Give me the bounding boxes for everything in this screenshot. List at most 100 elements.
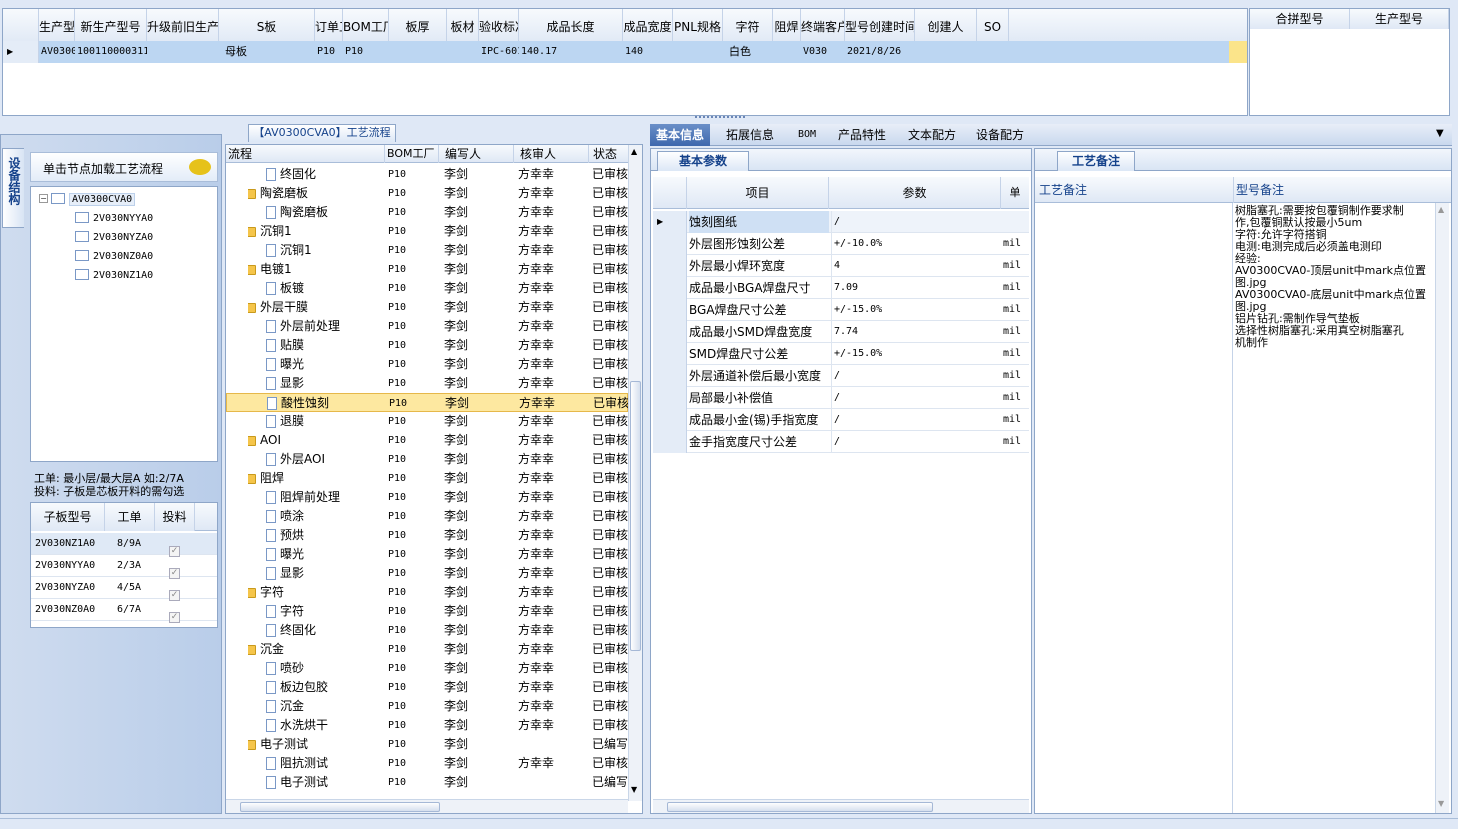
sub-order-cell[interactable]: 4/5A bbox=[117, 577, 153, 599]
vscroll-thumb[interactable] bbox=[630, 381, 641, 651]
param-value[interactable]: 7.74 bbox=[831, 321, 1001, 343]
param-row[interactable]: 外层最小焊环宽度 4 mil bbox=[653, 255, 1029, 277]
grid-cell[interactable] bbox=[673, 41, 723, 63]
param-row[interactable]: 成品最小金(锡)手指宽度 / mil bbox=[653, 409, 1029, 431]
sub-board-grid[interactable]: 子板型号 工单 投料 2V030NZ1A0 8/9A ✓ 2V030NYYA0 2/3A… bbox=[30, 502, 218, 628]
param-row[interactable]: 外层通道补偿后最小宽度 / mil bbox=[653, 365, 1029, 387]
tree-child-node[interactable]: 2V030NYZA0 bbox=[75, 227, 153, 245]
merge-model-grid[interactable]: 合拼型号 生产型号 bbox=[1249, 8, 1450, 116]
process-flow-grid[interactable]: 流程 BOM工厂 编写人 核审人 状态 终固化P10李剑方幸幸已审核−陶瓷磨板P… bbox=[225, 144, 643, 814]
process-step-row[interactable]: 阻抗测试 P10 李剑 方幸幸 已审核 bbox=[226, 754, 628, 773]
process-vscroll[interactable]: ▲ ▼ bbox=[628, 145, 642, 801]
grid-cell[interactable]: 白色 bbox=[723, 41, 773, 63]
grid-cell[interactable]: 10011000031143 bbox=[75, 41, 147, 63]
tab-3[interactable]: 产品特性 bbox=[832, 124, 892, 146]
grid-cell[interactable]: P10 bbox=[343, 41, 389, 63]
vscroll-down-icon[interactable]: ▼ bbox=[631, 785, 637, 794]
process-group-row[interactable]: −AOIP10李剑方幸幸已审核 bbox=[226, 431, 628, 450]
grid-cell[interactable] bbox=[915, 41, 977, 63]
grid-cell[interactable]: 2021/8/26 bbox=[845, 41, 915, 63]
param-row[interactable]: BGA焊盘尺寸公差 +/-15.0% mil bbox=[653, 299, 1029, 321]
process-step-row[interactable]: 板镀 P10 李剑 方幸幸 已审核 bbox=[226, 279, 628, 298]
grid-cell[interactable] bbox=[773, 41, 801, 63]
col-header[interactable]: PNL规格 bbox=[673, 9, 723, 45]
remarks-vscroll[interactable]: ▲ ▼ bbox=[1435, 203, 1449, 813]
col-header[interactable]: 阻焊 bbox=[773, 9, 801, 45]
sub-board-row[interactable]: 2V030NZ1A0 8/9A ✓ bbox=[31, 533, 217, 557]
process-group-row[interactable]: −电镀1P10李剑方幸幸已审核 bbox=[226, 260, 628, 279]
col-header[interactable]: 成品宽度 bbox=[623, 9, 673, 45]
model-remark-text[interactable]: 树脂塞孔:需要按包覆铜制作要求制 作,包覆铜默认按最小5um 字符:允许字符搭铜 电测… bbox=[1235, 205, 1431, 349]
tree-child-node[interactable]: 2V030NZ0A0 bbox=[75, 246, 153, 264]
process-step-row[interactable]: 字符 P10 李剑 方幸幸 已审核 bbox=[226, 602, 628, 621]
grid-cell[interactable]: IPC-6012 Ⅱ级 bbox=[479, 41, 519, 63]
process-step-row[interactable]: 终固化 P10 李剑 方幸幸 已审核 bbox=[226, 165, 628, 184]
process-remark-cell[interactable] bbox=[1035, 203, 1233, 813]
process-step-row[interactable]: 显影 P10 李剑 方幸幸 已审核 bbox=[226, 374, 628, 393]
tab-menu-icon[interactable]: ▼ bbox=[1436, 128, 1444, 139]
process-group-row[interactable]: −沉铜1P10李剑方幸幸已审核 bbox=[226, 222, 628, 241]
sub-board-row[interactable]: 2V030NZ0A0 6/7A ✓ bbox=[31, 599, 217, 623]
process-step-row[interactable]: 终固化 P10 李剑 方幸幸 已审核 bbox=[226, 621, 628, 640]
vscroll-up-icon[interactable]: ▲ bbox=[631, 147, 637, 156]
param-value[interactable]: +/-15.0% bbox=[831, 343, 1001, 365]
splitter-handle[interactable] bbox=[695, 116, 745, 121]
process-group-row[interactable]: −外层干膜P10李剑方幸幸已审核 bbox=[226, 298, 628, 317]
param-value[interactable]: / bbox=[831, 409, 1001, 431]
remarks-scroll-up-icon[interactable]: ▲ bbox=[1438, 205, 1444, 214]
tab-2[interactable]: BOM bbox=[792, 124, 822, 146]
grid-cell[interactable] bbox=[447, 41, 479, 63]
col-header[interactable]: 终端客户代码 bbox=[801, 9, 845, 45]
process-step-row[interactable]: 预烘 P10 李剑 方幸幸 已审核 bbox=[226, 526, 628, 545]
process-step-row[interactable]: 曝光 P10 李剑 方幸幸 已审核 bbox=[226, 545, 628, 564]
collapse-icon[interactable]: − bbox=[39, 194, 48, 203]
sub-order-cell[interactable]: 2/3A bbox=[117, 555, 153, 577]
process-step-row[interactable]: 电子测试 P10 李剑 已编写 bbox=[226, 773, 628, 792]
tree-child-node[interactable]: 2V030NZ1A0 bbox=[75, 265, 153, 283]
process-step-row[interactable]: 陶瓷磨板 P10 李剑 方幸幸 已审核 bbox=[226, 203, 628, 222]
grid-cell[interactable]: V030 bbox=[801, 41, 845, 63]
param-value[interactable]: / bbox=[831, 211, 1001, 233]
col-header[interactable]: 新生产型号 bbox=[75, 9, 147, 45]
grid-cell[interactable] bbox=[147, 41, 219, 63]
col-header[interactable]: SO bbox=[977, 9, 1009, 45]
main-product-grid[interactable]: 生产型号新生产型号升级前旧生产型号S板订单工厂BOM工厂板厚板材验收标准成品长度… bbox=[2, 8, 1248, 116]
tab-1[interactable]: 拓展信息 bbox=[720, 124, 780, 146]
param-value[interactable]: / bbox=[831, 365, 1001, 387]
param-row[interactable]: 外层图形蚀刻公差 +/-10.0% mil bbox=[653, 233, 1029, 255]
process-step-row[interactable]: 沉金 P10 李剑 方幸幸 已审核 bbox=[226, 697, 628, 716]
process-group-row[interactable]: −阻焊P10李剑方幸幸已审核 bbox=[226, 469, 628, 488]
sub-model-cell[interactable]: 2V030NYYA0 bbox=[35, 555, 105, 577]
col-header[interactable]: 验收标准 bbox=[479, 9, 519, 45]
param-value[interactable]: 7.09 bbox=[831, 277, 1001, 299]
grid-cell[interactable]: 140.17 bbox=[519, 41, 623, 63]
col-header[interactable]: S板 bbox=[219, 9, 315, 45]
col-header[interactable]: 升级前旧生产型号 bbox=[147, 9, 219, 45]
sub-board-row[interactable]: 2V030NYYA0 2/3A ✓ bbox=[31, 555, 217, 579]
sub-model-cell[interactable]: 2V030NZ0A0 bbox=[35, 599, 105, 621]
board-tree[interactable]: − AV0300CVA0 2V030NYYA0 2V030NYZA0 2V030NZ0… bbox=[30, 186, 218, 462]
col-header[interactable]: BOM工厂 bbox=[343, 9, 389, 45]
process-step-row[interactable]: 水洗烘干 P10 李剑 方幸幸 已审核 bbox=[226, 716, 628, 735]
param-value[interactable]: +/-10.0% bbox=[831, 233, 1001, 255]
process-step-row[interactable]: 外层前处理 P10 李剑 方幸幸 已审核 bbox=[226, 317, 628, 336]
process-step-row[interactable]: 显影 P10 李剑 方幸幸 已审核 bbox=[226, 564, 628, 583]
process-step-row[interactable]: 贴膜 P10 李剑 方幸幸 已审核 bbox=[226, 336, 628, 355]
process-step-row[interactable]: 酸性蚀刻 P10 李剑 方幸幸 已审核 bbox=[226, 393, 628, 412]
process-step-row[interactable]: 喷涂 P10 李剑 方幸幸 已审核 bbox=[226, 507, 628, 526]
sub-order-cell[interactable]: 8/9A bbox=[117, 533, 153, 555]
col-header[interactable]: 生产型号 bbox=[39, 9, 75, 45]
process-hscroll[interactable] bbox=[226, 799, 628, 813]
feed-checkbox[interactable]: ✓ bbox=[169, 612, 180, 623]
process-step-row[interactable]: 阻焊前处理 P10 李剑 方幸幸 已审核 bbox=[226, 488, 628, 507]
sub-board-row[interactable]: 2V030NYZA0 4/5A ✓ bbox=[31, 577, 217, 601]
grid-cell[interactable]: AV0300CVA0 bbox=[39, 41, 75, 63]
param-row[interactable]: SMD焊盘尺寸公差 +/-15.0% mil bbox=[653, 343, 1029, 365]
col-header[interactable]: 板厚 bbox=[389, 9, 447, 45]
sub-model-cell[interactable]: 2V030NZ1A0 bbox=[35, 533, 105, 555]
col-header[interactable]: 板材 bbox=[447, 9, 479, 45]
param-row[interactable]: 成品最小SMD焊盘宽度 7.74 mil bbox=[653, 321, 1029, 343]
process-step-row[interactable]: 外层AOI P10 李剑 方幸幸 已审核 bbox=[226, 450, 628, 469]
param-value[interactable]: +/-15.0% bbox=[831, 299, 1001, 321]
tree-root-node[interactable]: − AV0300CVA0 bbox=[39, 189, 136, 207]
